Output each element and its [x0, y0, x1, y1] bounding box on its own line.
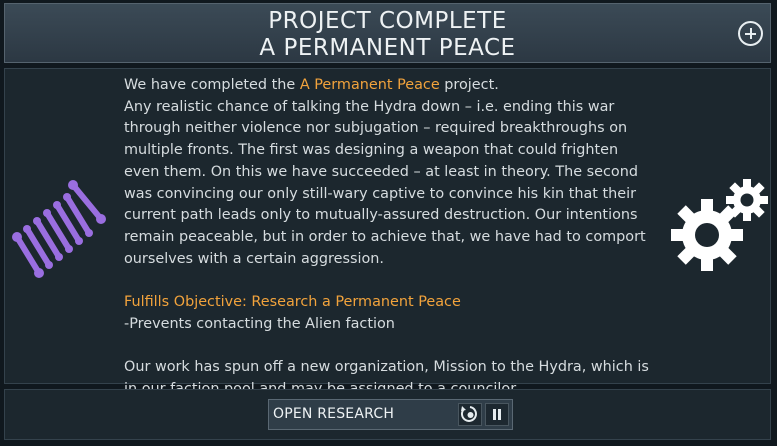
dialog-footer: OPEN RESEARCH: [4, 389, 771, 440]
project-complete-dialog: PROJECT COMPLETE A PERMANENT PEACE We ha…: [0, 0, 777, 446]
research-cycle-glyph: [461, 406, 477, 422]
objective-text: Fulfills Objective: Research a Permanent…: [124, 294, 461, 311]
gears-icon: [671, 179, 768, 271]
dialog-header: PROJECT COMPLETE A PERMANENT PEACE: [4, 3, 771, 63]
intro-prefix: We have completed the: [124, 77, 300, 93]
research-cycle-icon[interactable]: [458, 403, 482, 426]
effect-text: -Prevents contacting the Alien faction: [124, 315, 395, 332]
dna-icon: [12, 180, 106, 278]
dialog-body: We have completed the A Permanent Peace …: [4, 68, 771, 397]
plus-circle-icon[interactable]: [738, 21, 763, 46]
intro-suffix: project.: [439, 77, 499, 93]
project-description: We have completed the A Permanent Peace …: [124, 75, 654, 401]
title-line-1: PROJECT COMPLETE: [268, 8, 507, 34]
project-name-link[interactable]: A Permanent Peace: [300, 77, 440, 93]
open-research-label: OPEN RESEARCH: [273, 406, 395, 422]
title-line-2: A PERMANENT PEACE: [259, 35, 516, 61]
description-text: Any realistic chance of talking the Hydr…: [124, 98, 646, 267]
dialog-title: PROJECT COMPLETE A PERMANENT PEACE: [5, 8, 770, 62]
pause-icon[interactable]: [485, 403, 509, 426]
intro-line: We have completed the A Permanent Peace …: [124, 75, 654, 97]
open-research-button[interactable]: OPEN RESEARCH: [268, 399, 513, 430]
